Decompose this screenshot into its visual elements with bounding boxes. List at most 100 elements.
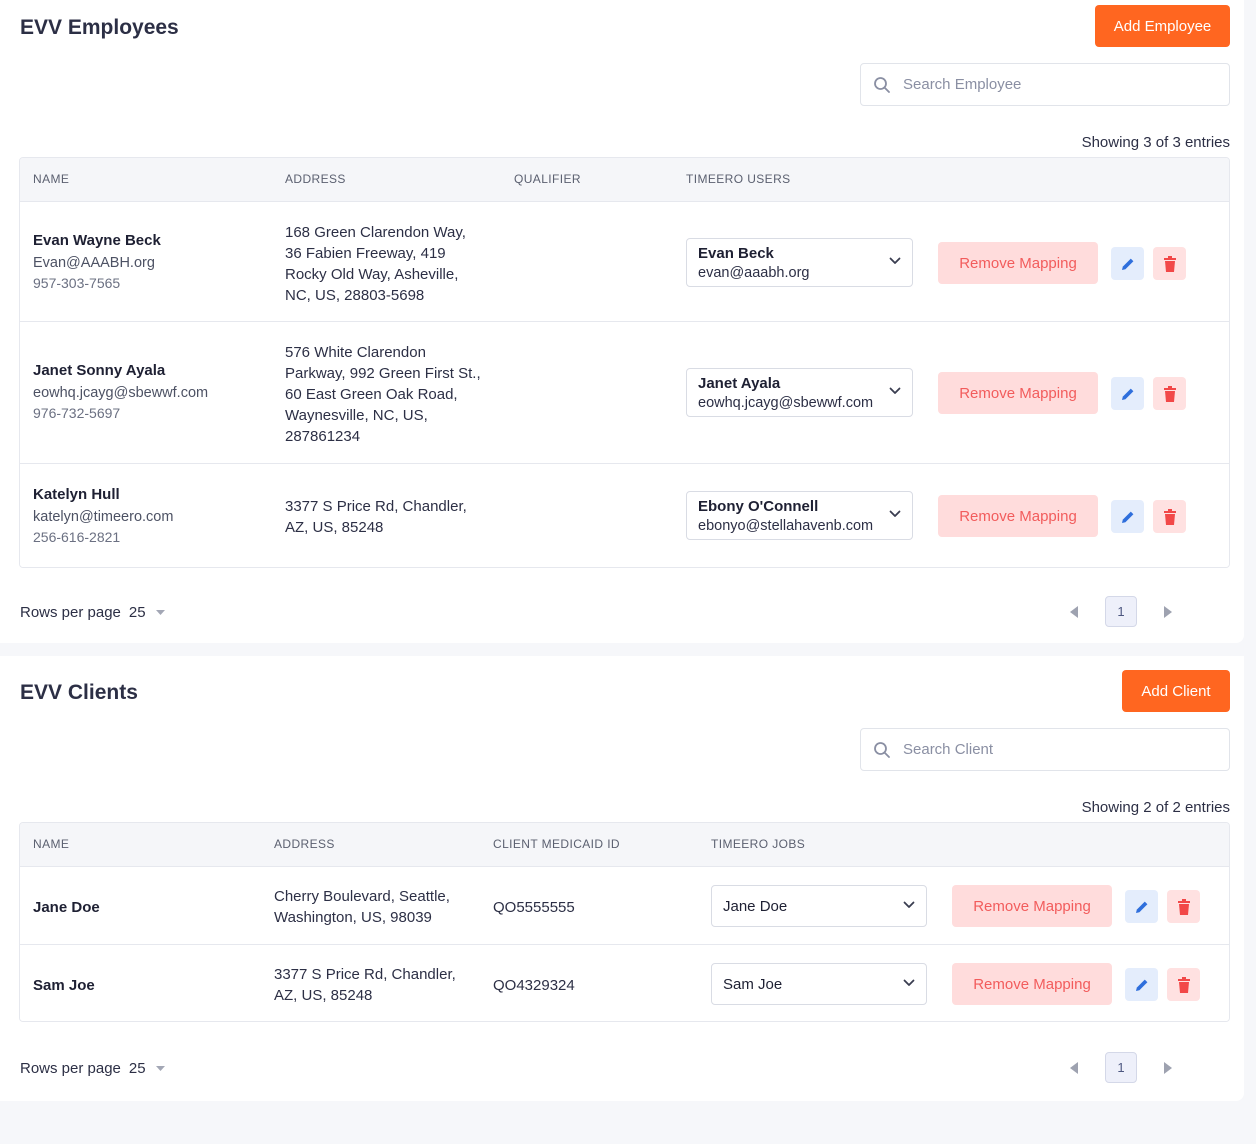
clients-title: EVV Clients: [20, 681, 138, 704]
delete-button[interactable]: [1153, 377, 1186, 410]
timeero-job-select[interactable]: Sam Joe: [711, 963, 927, 1005]
timeero-user-select[interactable]: Janet Ayala eowhq.jcayg@sbewwf.com: [686, 368, 913, 417]
next-page-button[interactable]: [1159, 1059, 1177, 1077]
timeero-user-select[interactable]: Evan Beck evan@aaabh.org: [686, 238, 913, 287]
employee-email: katelyn@timeero.com: [33, 509, 174, 525]
trash-icon: [1163, 508, 1176, 525]
table-row: Jane Doe Cherry Boulevard, Seattle, Wash…: [20, 866, 1229, 944]
pagination: 1: [1065, 1052, 1177, 1083]
employees-entries-count: Showing 3 of 3 entries: [1081, 134, 1230, 151]
trash-icon: [1163, 255, 1176, 272]
column-address: ADDRESS: [274, 837, 335, 851]
pencil-icon: [1121, 258, 1133, 270]
column-timeero-jobs: TIMEERO JOBS: [711, 837, 806, 851]
search-icon: [874, 741, 890, 758]
selected-user-email: evan@aaabh.org: [698, 265, 810, 281]
edit-button[interactable]: [1111, 247, 1144, 280]
trash-icon: [1177, 976, 1190, 993]
clients-entries-count: Showing 2 of 2 entries: [1081, 799, 1230, 816]
trash-icon: [1163, 385, 1176, 402]
chevron-down-icon: [903, 901, 915, 908]
delete-button[interactable]: [1153, 247, 1186, 280]
remove-mapping-button[interactable]: Remove Mapping: [938, 242, 1098, 284]
selected-user-email: ebonyo@stellahavenb.com: [698, 518, 874, 534]
remove-mapping-button[interactable]: Remove Mapping: [938, 372, 1098, 414]
employees-table-header: NAME ADDRESS QUALIFIER TIMEERO USERS: [20, 158, 1229, 201]
employee-phone: 256-616-2821: [33, 529, 121, 545]
column-client-medicaid-id: CLIENT MEDICAID ID: [493, 837, 620, 851]
rows-per-page: Rows per page 25: [20, 604, 165, 621]
chevron-down-icon: [903, 979, 915, 986]
page-number[interactable]: 1: [1105, 1052, 1137, 1083]
caret-down-icon[interactable]: [155, 1066, 165, 1071]
table-row: Janet Sonny Ayala eowhq.jcayg@sbewwf.com…: [20, 321, 1229, 463]
remove-mapping-button[interactable]: Remove Mapping: [952, 885, 1112, 927]
column-qualifier: QUALIFIER: [514, 172, 581, 186]
employee-address: 168 Green Clarendon Way, 36 Fabien Freew…: [285, 224, 466, 304]
selected-user-name: Ebony O'Connell: [698, 498, 819, 515]
client-address: Cherry Boulevard, Seattle, Washington, U…: [274, 888, 450, 926]
remove-mapping-button[interactable]: Remove Mapping: [952, 963, 1112, 1005]
employee-name: Evan Wayne Beck: [33, 232, 161, 249]
pencil-icon: [1121, 388, 1133, 400]
employee-search-input[interactable]: [903, 76, 1203, 93]
rows-per-page: Rows per page 25: [20, 1060, 165, 1077]
employees-table: NAME ADDRESS QUALIFIER TIMEERO USERS Eva…: [19, 157, 1230, 568]
page-number[interactable]: 1: [1105, 596, 1137, 627]
employees-card: EVV Employees Add Employee Showing 3 of …: [0, 0, 1244, 643]
client-search-input[interactable]: [903, 741, 1203, 758]
client-name: Jane Doe: [33, 899, 100, 916]
arrow-right-icon: [1164, 605, 1172, 618]
selected-job: Jane Doe: [723, 898, 788, 915]
trash-icon: [1177, 898, 1190, 915]
chevron-down-icon: [889, 387, 901, 394]
prev-page-button[interactable]: [1065, 603, 1083, 621]
employee-address: 3377 S Price Rd, Chandler, AZ, US, 85248: [285, 498, 467, 536]
rows-per-page-value[interactable]: 25: [129, 1060, 146, 1077]
chevron-down-icon: [889, 257, 901, 264]
client-address: 3377 S Price Rd, Chandler, AZ, US, 85248: [274, 966, 456, 1004]
pencil-icon: [1135, 979, 1147, 991]
employee-name: Katelyn Hull: [33, 486, 120, 503]
rows-per-page-value[interactable]: 25: [129, 604, 146, 621]
delete-button[interactable]: [1167, 968, 1200, 1001]
column-address: ADDRESS: [285, 172, 346, 186]
pencil-icon: [1121, 511, 1133, 523]
column-name: NAME: [33, 172, 70, 186]
selected-job: Sam Joe: [723, 976, 783, 993]
employee-phone: 957-303-7565: [33, 275, 121, 291]
client-medicaid-id: QO5555555: [493, 899, 575, 916]
timeero-user-select[interactable]: Ebony O'Connell ebonyo@stellahavenb.com: [686, 491, 913, 540]
edit-button[interactable]: [1125, 968, 1158, 1001]
remove-mapping-button[interactable]: Remove Mapping: [938, 495, 1098, 537]
arrow-right-icon: [1164, 1061, 1172, 1074]
clients-table: NAME ADDRESS CLIENT MEDICAID ID TIMEERO …: [19, 822, 1230, 1022]
timeero-job-select[interactable]: Jane Doe: [711, 885, 927, 927]
employee-search[interactable]: [860, 63, 1230, 106]
edit-button[interactable]: [1125, 890, 1158, 923]
caret-down-icon[interactable]: [155, 610, 165, 615]
delete-button[interactable]: [1153, 500, 1186, 533]
employee-email: eowhq.jcayg@sbewwf.com: [33, 385, 209, 401]
arrow-left-icon: [1070, 605, 1078, 618]
employees-title: EVV Employees: [20, 16, 179, 39]
add-employee-button[interactable]: Add Employee: [1095, 5, 1230, 47]
prev-page-button[interactable]: [1065, 1059, 1083, 1077]
chevron-down-icon: [889, 510, 901, 517]
pencil-icon: [1135, 901, 1147, 913]
employee-address: 576 White Clarendon Parkway, 992 Green F…: [285, 344, 481, 445]
client-name: Sam Joe: [33, 977, 95, 994]
rows-per-page-label: Rows per page: [20, 604, 121, 621]
employee-phone: 976-732-5697: [33, 405, 121, 421]
selected-user-name: Evan Beck: [698, 245, 774, 262]
employee-name: Janet Sonny Ayala: [33, 362, 166, 379]
delete-button[interactable]: [1167, 890, 1200, 923]
edit-button[interactable]: [1111, 500, 1144, 533]
next-page-button[interactable]: [1159, 603, 1177, 621]
client-search[interactable]: [860, 728, 1230, 771]
selected-user-email: eowhq.jcayg@sbewwf.com: [698, 395, 874, 411]
table-row: Katelyn Hull katelyn@timeero.com 256-616…: [20, 463, 1229, 567]
column-name: NAME: [33, 837, 70, 851]
edit-button[interactable]: [1111, 377, 1144, 410]
add-client-button[interactable]: Add Client: [1122, 670, 1230, 712]
